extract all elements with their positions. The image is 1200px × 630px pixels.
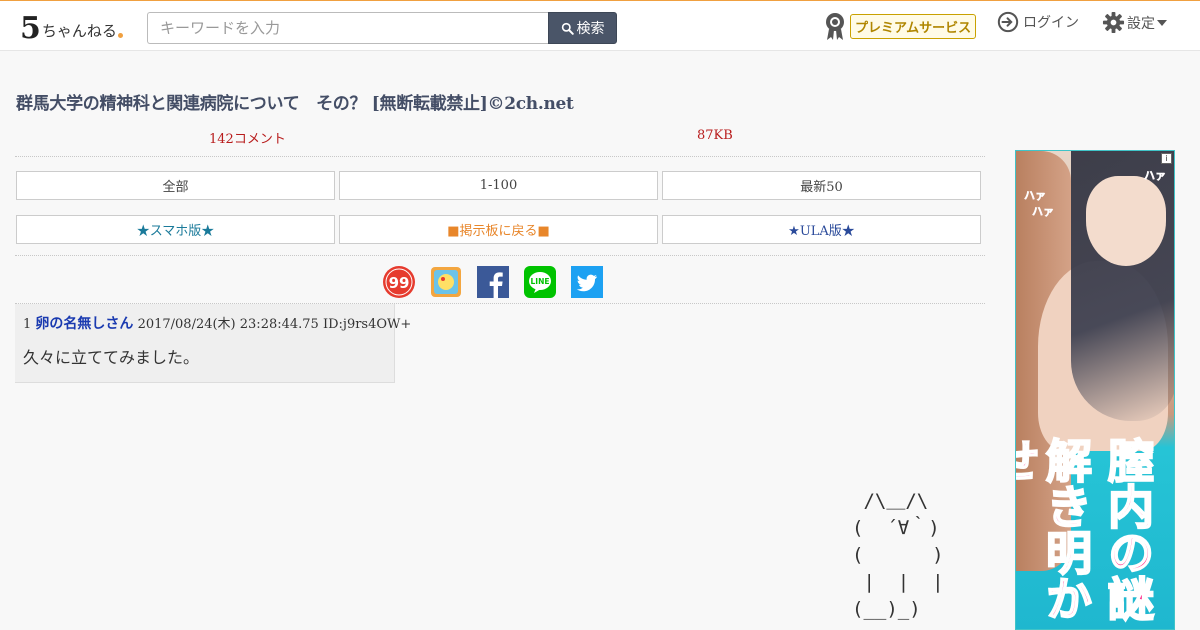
2ch-sc-icon: 99: [383, 266, 415, 298]
search-icon: [561, 22, 574, 35]
ascii-art-mona: /\＿/\ ( ´∀｀) ( ) | | | (__)_): [852, 490, 944, 620]
ad-sfx-3: ハァ: [1144, 169, 1167, 183]
smartphone-version-button[interactable]: ★スマホ版★: [16, 215, 335, 244]
search-input[interactable]: [147, 12, 549, 44]
thread-title: 群馬大学の精神科と関連病院について その？ [無断転載禁止]©2ch.net: [16, 94, 574, 114]
ad-headline-left: 解き明かせ: [1016, 436, 1094, 622]
logo-five: 5: [20, 11, 41, 46]
share-bookmark-app[interactable]: [430, 266, 462, 298]
search-button-label: 検索: [576, 21, 605, 37]
post-datetime: 2017/08/24(木) 23:28:44.75: [137, 317, 319, 332]
premium-badge: プレミアムサービス: [850, 13, 977, 39]
ad-sfx-2: ハァ: [1032, 205, 1055, 219]
ad-illustration-face: [1086, 176, 1166, 266]
ula-version-button[interactable]: ★ULA版★: [662, 215, 981, 244]
settings-label: 設定: [1127, 15, 1155, 32]
comment-count: 142コメント: [209, 132, 286, 147]
line-icon: LINE: [524, 266, 556, 298]
caret-down-icon: [1157, 19, 1167, 26]
thread-size: 87KB: [697, 128, 733, 143]
ad-headline-right: 膣内の謎: [1100, 436, 1156, 622]
post-body: 久々に立ててみました。: [23, 348, 200, 367]
twitter-icon: [571, 266, 603, 298]
gear-icon: [1102, 11, 1125, 34]
bookmark-app-icon: [431, 267, 461, 297]
logo-text: ちゃんねる: [41, 22, 117, 40]
share-line[interactable]: LINE: [524, 266, 556, 298]
search-button[interactable]: 検索: [548, 12, 617, 44]
post-header: 1 卵の名無しさん 2017/08/24(木) 23:28:44.75 ID:j…: [23, 313, 411, 333]
login-icon: [997, 11, 1019, 33]
post-id[interactable]: ID:j9rs4OW+: [323, 317, 411, 332]
ad-info-icon[interactable]: i: [1161, 153, 1172, 164]
settings-menu[interactable]: 設定: [1102, 11, 1167, 34]
share-facebook[interactable]: [477, 266, 509, 298]
facebook-icon: [477, 266, 509, 298]
premium-service-link[interactable]: プレミアムサービス: [823, 11, 977, 41]
line-icon-label: LINE: [531, 277, 550, 286]
show-1-100-button[interactable]: 1-100: [339, 171, 658, 200]
logo-dot: [117, 33, 123, 38]
advertisement-banner[interactable]: ハァ ハァ ハァ 膣内の謎 解き明かせ i: [1015, 150, 1175, 630]
site-header: 5 ちゃんねる 検索 プレミアムサービス ログイン: [0, 0, 1200, 51]
post-author-name: 卵の名無しさん: [35, 316, 134, 332]
post-number[interactable]: 1: [23, 317, 31, 332]
login-link[interactable]: ログイン: [997, 11, 1079, 33]
site-logo[interactable]: 5 ちゃんねる: [20, 10, 123, 44]
share-twitter[interactable]: [571, 266, 603, 298]
divider: [15, 255, 985, 256]
latest-50-button[interactable]: 最新50: [662, 171, 981, 200]
show-all-button[interactable]: 全部: [16, 171, 335, 200]
login-label: ログイン: [1023, 15, 1079, 31]
share-2ch-sc[interactable]: 99: [383, 266, 415, 298]
post-item: 1 卵の名無しさん 2017/08/24(木) 23:28:44.75 ID:j…: [15, 304, 411, 383]
svg-text:99: 99: [389, 274, 410, 292]
back-to-board-button[interactable]: ■掲示板に戻る■: [339, 215, 658, 244]
ad-sfx-1: ハァ: [1024, 189, 1047, 203]
award-ribbon-icon: [826, 13, 844, 40]
divider: [15, 156, 985, 157]
